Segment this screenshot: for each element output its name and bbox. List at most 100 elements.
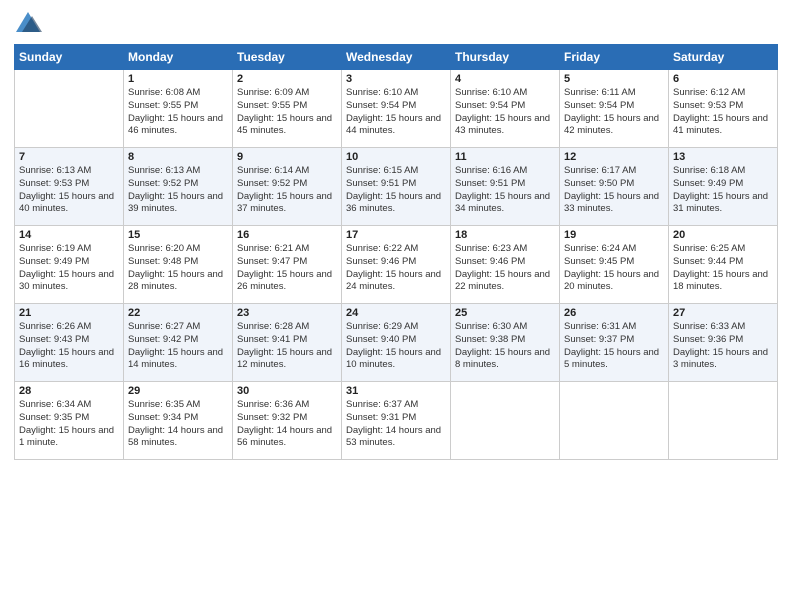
cell-info: Sunrise: 6:33 AM Sunset: 9:36 PM Dayligh… bbox=[673, 321, 773, 372]
calendar-cell: 3 Sunrise: 6:10 AM Sunset: 9:54 PM Daylig… bbox=[342, 70, 451, 148]
cell-info: Sunrise: 6:22 AM Sunset: 9:46 PM Dayligh… bbox=[346, 243, 446, 294]
cell-info: Sunrise: 6:17 AM Sunset: 9:50 PM Dayligh… bbox=[564, 165, 664, 216]
cell-info: Sunrise: 6:35 AM Sunset: 9:34 PM Dayligh… bbox=[128, 399, 228, 450]
day-number: 14 bbox=[19, 229, 119, 241]
calendar-cell: 20 Sunrise: 6:25 AM Sunset: 9:44 PM Dayli… bbox=[669, 226, 778, 304]
cell-info: Sunrise: 6:13 AM Sunset: 9:53 PM Dayligh… bbox=[19, 165, 119, 216]
day-number: 1 bbox=[128, 73, 228, 85]
calendar-cell: 29 Sunrise: 6:35 AM Sunset: 9:34 PM Dayli… bbox=[124, 382, 233, 460]
day-number: 27 bbox=[673, 307, 773, 319]
calendar-cell bbox=[15, 70, 124, 148]
calendar-cell: 7 Sunrise: 6:13 AM Sunset: 9:53 PM Daylig… bbox=[15, 148, 124, 226]
header-day: Thursday bbox=[451, 45, 560, 70]
day-number: 17 bbox=[346, 229, 446, 241]
logo-icon bbox=[14, 10, 42, 38]
day-number: 5 bbox=[564, 73, 664, 85]
calendar-cell: 12 Sunrise: 6:17 AM Sunset: 9:50 PM Dayli… bbox=[560, 148, 669, 226]
day-number: 11 bbox=[455, 151, 555, 163]
calendar-cell bbox=[669, 382, 778, 460]
cell-info: Sunrise: 6:34 AM Sunset: 9:35 PM Dayligh… bbox=[19, 399, 119, 450]
day-number: 30 bbox=[237, 385, 337, 397]
day-number: 9 bbox=[237, 151, 337, 163]
page-container: SundayMondayTuesdayWednesdayThursdayFrid… bbox=[0, 0, 792, 468]
cell-info: Sunrise: 6:25 AM Sunset: 9:44 PM Dayligh… bbox=[673, 243, 773, 294]
calendar-cell: 27 Sunrise: 6:33 AM Sunset: 9:36 PM Dayli… bbox=[669, 304, 778, 382]
day-number: 19 bbox=[564, 229, 664, 241]
calendar-week: 28 Sunrise: 6:34 AM Sunset: 9:35 PM Dayli… bbox=[15, 382, 778, 460]
header-day: Tuesday bbox=[233, 45, 342, 70]
logo bbox=[14, 10, 46, 38]
day-number: 25 bbox=[455, 307, 555, 319]
cell-info: Sunrise: 6:28 AM Sunset: 9:41 PM Dayligh… bbox=[237, 321, 337, 372]
calendar-cell: 13 Sunrise: 6:18 AM Sunset: 9:49 PM Dayli… bbox=[669, 148, 778, 226]
day-number: 23 bbox=[237, 307, 337, 319]
calendar-cell: 31 Sunrise: 6:37 AM Sunset: 9:31 PM Dayli… bbox=[342, 382, 451, 460]
header-day: Saturday bbox=[669, 45, 778, 70]
calendar-cell: 19 Sunrise: 6:24 AM Sunset: 9:45 PM Dayli… bbox=[560, 226, 669, 304]
day-number: 21 bbox=[19, 307, 119, 319]
cell-info: Sunrise: 6:18 AM Sunset: 9:49 PM Dayligh… bbox=[673, 165, 773, 216]
calendar-table: SundayMondayTuesdayWednesdayThursdayFrid… bbox=[14, 44, 778, 460]
header-day: Friday bbox=[560, 45, 669, 70]
day-number: 28 bbox=[19, 385, 119, 397]
cell-info: Sunrise: 6:31 AM Sunset: 9:37 PM Dayligh… bbox=[564, 321, 664, 372]
calendar-cell: 10Sunrise: 6:15 AM Sunset: 9:51 PM Dayli… bbox=[342, 148, 451, 226]
cell-info: Sunrise: 6:37 AM Sunset: 9:31 PM Dayligh… bbox=[346, 399, 446, 450]
cell-info: Sunrise: 6:24 AM Sunset: 9:45 PM Dayligh… bbox=[564, 243, 664, 294]
calendar-week: 1 Sunrise: 6:08 AM Sunset: 9:55 PM Daylig… bbox=[15, 70, 778, 148]
cell-info: Sunrise: 6:23 AM Sunset: 9:46 PM Dayligh… bbox=[455, 243, 555, 294]
calendar-cell: 5 Sunrise: 6:11 AM Sunset: 9:54 PM Daylig… bbox=[560, 70, 669, 148]
day-number: 24 bbox=[346, 307, 446, 319]
calendar-cell: 21Sunrise: 6:26 AM Sunset: 9:43 PM Dayli… bbox=[15, 304, 124, 382]
cell-info: Sunrise: 6:10 AM Sunset: 9:54 PM Dayligh… bbox=[346, 87, 446, 138]
header-row bbox=[14, 10, 778, 38]
day-number: 10 bbox=[346, 151, 446, 163]
day-number: 15 bbox=[128, 229, 228, 241]
calendar-cell bbox=[451, 382, 560, 460]
cell-info: Sunrise: 6:13 AM Sunset: 9:52 PM Dayligh… bbox=[128, 165, 228, 216]
cell-info: Sunrise: 6:09 AM Sunset: 9:55 PM Dayligh… bbox=[237, 87, 337, 138]
cell-info: Sunrise: 6:36 AM Sunset: 9:32 PM Dayligh… bbox=[237, 399, 337, 450]
day-number: 4 bbox=[455, 73, 555, 85]
day-number: 13 bbox=[673, 151, 773, 163]
calendar-cell: 30 Sunrise: 6:36 AM Sunset: 9:32 PM Dayli… bbox=[233, 382, 342, 460]
calendar-cell: 17 Sunrise: 6:22 AM Sunset: 9:46 PM Dayli… bbox=[342, 226, 451, 304]
cell-info: Sunrise: 6:21 AM Sunset: 9:47 PM Dayligh… bbox=[237, 243, 337, 294]
day-number: 20 bbox=[673, 229, 773, 241]
cell-info: Sunrise: 6:11 AM Sunset: 9:54 PM Dayligh… bbox=[564, 87, 664, 138]
header-day: Wednesday bbox=[342, 45, 451, 70]
day-number: 31 bbox=[346, 385, 446, 397]
calendar-cell: 1 Sunrise: 6:08 AM Sunset: 9:55 PM Daylig… bbox=[124, 70, 233, 148]
day-number: 8 bbox=[128, 151, 228, 163]
day-number: 12 bbox=[564, 151, 664, 163]
cell-info: Sunrise: 6:14 AM Sunset: 9:52 PM Dayligh… bbox=[237, 165, 337, 216]
calendar-cell: 14 Sunrise: 6:19 AM Sunset: 9:49 PM Dayli… bbox=[15, 226, 124, 304]
calendar-cell: 16 Sunrise: 6:21 AM Sunset: 9:47 PM Dayli… bbox=[233, 226, 342, 304]
day-number: 29 bbox=[128, 385, 228, 397]
cell-info: Sunrise: 6:10 AM Sunset: 9:54 PM Dayligh… bbox=[455, 87, 555, 138]
header-row-days: SundayMondayTuesdayWednesdayThursdayFrid… bbox=[15, 45, 778, 70]
cell-info: Sunrise: 6:29 AM Sunset: 9:40 PM Dayligh… bbox=[346, 321, 446, 372]
day-number: 6 bbox=[673, 73, 773, 85]
cell-info: Sunrise: 6:08 AM Sunset: 9:55 PM Dayligh… bbox=[128, 87, 228, 138]
calendar-cell: 8 Sunrise: 6:13 AM Sunset: 9:52 PM Daylig… bbox=[124, 148, 233, 226]
calendar-cell: 24 Sunrise: 6:29 AM Sunset: 9:40 PM Dayli… bbox=[342, 304, 451, 382]
cell-info: Sunrise: 6:20 AM Sunset: 9:48 PM Dayligh… bbox=[128, 243, 228, 294]
calendar-cell: 22Sunrise: 6:27 AM Sunset: 9:42 PM Dayli… bbox=[124, 304, 233, 382]
calendar-week: 7 Sunrise: 6:13 AM Sunset: 9:53 PM Daylig… bbox=[15, 148, 778, 226]
calendar-cell: 15 Sunrise: 6:20 AM Sunset: 9:48 PM Dayli… bbox=[124, 226, 233, 304]
calendar-cell: 11 Sunrise: 6:16 AM Sunset: 9:51 PM Dayli… bbox=[451, 148, 560, 226]
header-day: Monday bbox=[124, 45, 233, 70]
day-number: 7 bbox=[19, 151, 119, 163]
day-number: 16 bbox=[237, 229, 337, 241]
cell-info: Sunrise: 6:27 AM Sunset: 9:42 PM Dayligh… bbox=[128, 321, 228, 372]
cell-info: Sunrise: 6:30 AM Sunset: 9:38 PM Dayligh… bbox=[455, 321, 555, 372]
day-number: 3 bbox=[346, 73, 446, 85]
calendar-cell: 25 Sunrise: 6:30 AM Sunset: 9:38 PM Dayli… bbox=[451, 304, 560, 382]
calendar-cell: 6Sunrise: 6:12 AM Sunset: 9:53 PM Daylig… bbox=[669, 70, 778, 148]
cell-info: Sunrise: 6:19 AM Sunset: 9:49 PM Dayligh… bbox=[19, 243, 119, 294]
calendar-week: 14 Sunrise: 6:19 AM Sunset: 9:49 PM Dayli… bbox=[15, 226, 778, 304]
calendar-week: 21Sunrise: 6:26 AM Sunset: 9:43 PM Dayli… bbox=[15, 304, 778, 382]
cell-info: Sunrise: 6:16 AM Sunset: 9:51 PM Dayligh… bbox=[455, 165, 555, 216]
calendar-cell: 2Sunrise: 6:09 AM Sunset: 9:55 PM Daylig… bbox=[233, 70, 342, 148]
